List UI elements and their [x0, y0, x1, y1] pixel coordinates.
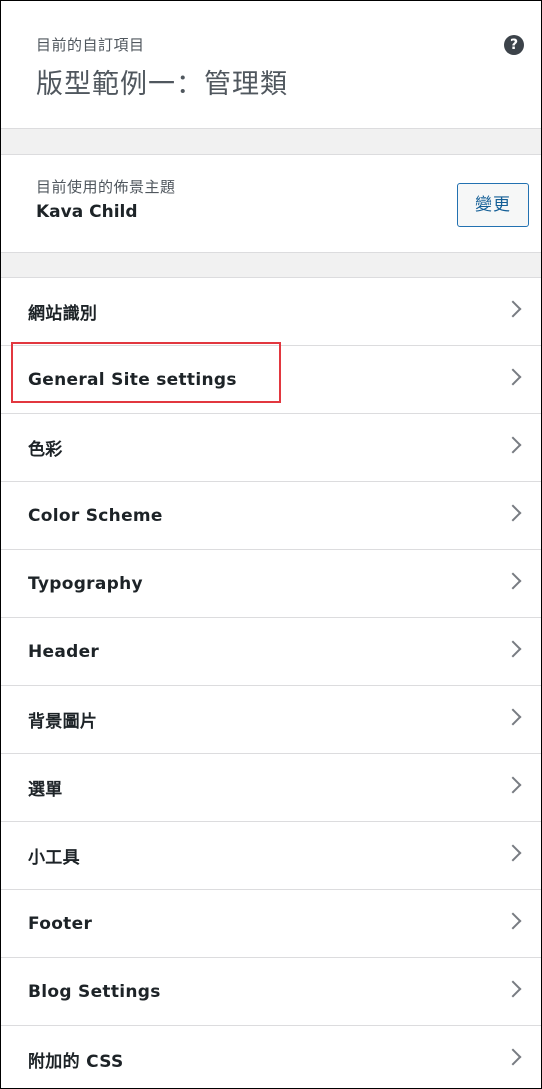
- chevron-right-icon: [504, 708, 522, 726]
- customize-info: 目前的自訂項目 版型範例一：管理類 ?: [1, 1, 541, 129]
- section-color-scheme[interactable]: Color Scheme: [1, 482, 541, 550]
- chevron-right-icon: [504, 368, 522, 386]
- section-label: General Site settings: [28, 369, 237, 390]
- section-label: Header: [28, 641, 100, 662]
- preview-notice: 目前的自訂項目: [36, 36, 145, 54]
- section-label: Typography: [28, 573, 143, 594]
- chevron-right-icon: [504, 1048, 522, 1066]
- section-additional-css[interactable]: 附加的 CSS: [1, 1026, 541, 1088]
- chevron-right-icon: [504, 980, 522, 998]
- section-label: 色彩: [28, 440, 63, 460]
- section-menus[interactable]: 選單: [1, 754, 541, 822]
- chevron-right-icon: [504, 436, 522, 454]
- section-label: 小工具: [28, 848, 80, 868]
- section-colors[interactable]: 色彩: [1, 414, 541, 482]
- section-label: Footer: [28, 913, 93, 934]
- section-background-image[interactable]: 背景圖片: [1, 686, 541, 754]
- section-general-site-settings[interactable]: General Site settings: [1, 346, 541, 414]
- section-header[interactable]: Header: [1, 618, 541, 686]
- section-label: 附加的 CSS: [28, 1052, 124, 1072]
- section-label: 選單: [28, 780, 63, 800]
- active-theme-section: 目前使用的佈景主題 Kava Child 變更: [1, 154, 541, 253]
- help-icon[interactable]: ?: [504, 35, 524, 55]
- section-widgets[interactable]: 小工具: [1, 822, 541, 890]
- chevron-right-icon: [504, 504, 522, 522]
- panel-title: 版型範例一：管理類: [36, 69, 288, 100]
- section-label: Blog Settings: [28, 981, 161, 1002]
- section-label: 背景圖片: [28, 712, 98, 732]
- section-blog-settings[interactable]: Blog Settings: [1, 958, 541, 1026]
- section-site-identity[interactable]: 網站識別: [1, 278, 541, 346]
- section-label: 網站識別: [28, 304, 98, 324]
- chevron-right-icon: [504, 776, 522, 794]
- customizer-panel: 目前的自訂項目 版型範例一：管理類 ? 目前使用的佈景主題 Kava Child…: [0, 0, 542, 1089]
- chevron-right-icon: [504, 844, 522, 862]
- chevron-right-icon: [504, 640, 522, 658]
- change-theme-button[interactable]: 變更: [457, 183, 529, 227]
- chevron-right-icon: [504, 912, 522, 930]
- chevron-right-icon: [504, 300, 522, 318]
- customizer-section-list: 網站識別 General Site settings 色彩 Color Sche…: [1, 277, 541, 1088]
- chevron-right-icon: [504, 572, 522, 590]
- section-label: Color Scheme: [28, 505, 163, 526]
- section-footer[interactable]: Footer: [1, 890, 541, 958]
- section-typography[interactable]: Typography: [1, 550, 541, 618]
